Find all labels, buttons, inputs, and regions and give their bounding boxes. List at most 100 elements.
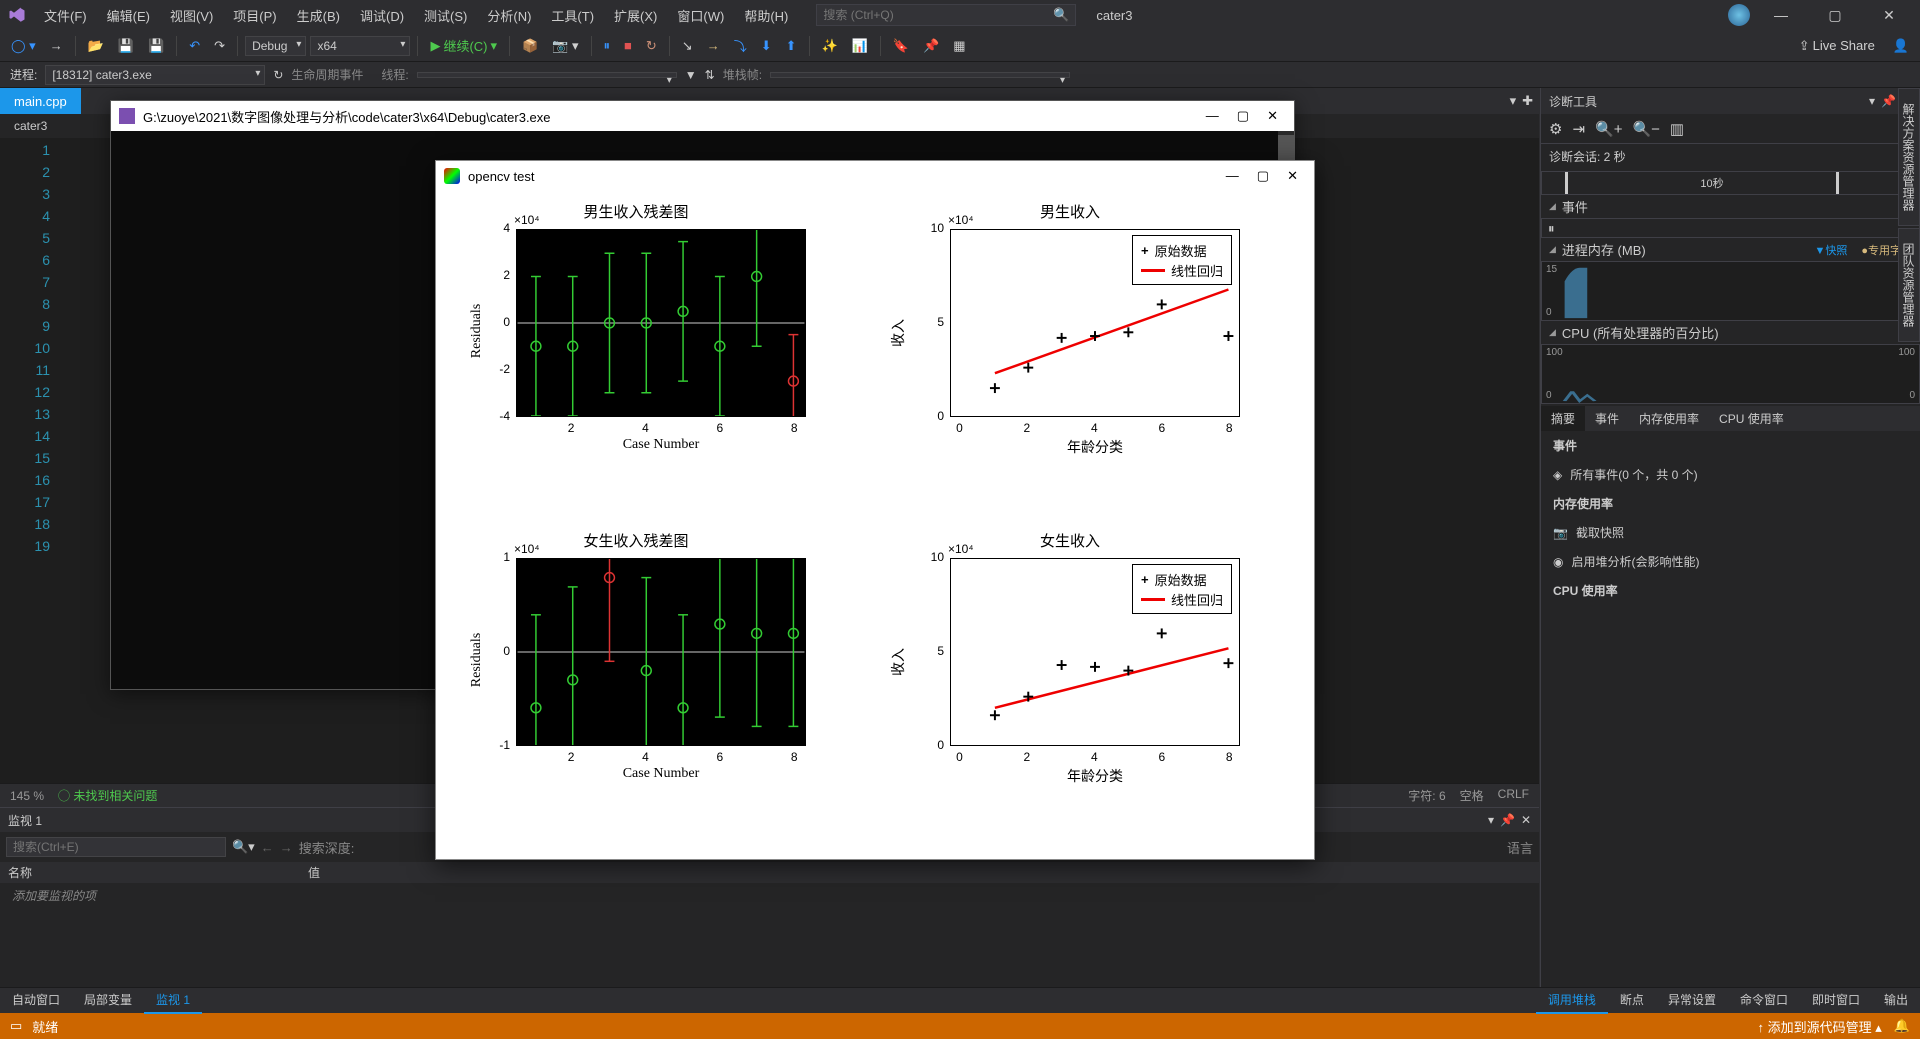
console-titlebar[interactable]: G:\zuoye\2021\数字图像处理与分析\code\cater3\x64\… xyxy=(111,101,1294,131)
zoom-out-icon[interactable]: 🔍− xyxy=(1632,120,1659,138)
diag-tab[interactable]: 摘要 xyxy=(1541,406,1585,431)
panel-dropdown-icon[interactable]: ▾ xyxy=(1488,813,1494,827)
menu-项目(P)[interactable]: 项目(P) xyxy=(225,2,284,29)
liveshare-button[interactable]: ⇪ Live Share xyxy=(1794,35,1880,57)
stackframe-combo[interactable] xyxy=(770,72,1070,78)
console-maximize-icon[interactable]: ▢ xyxy=(1237,108,1249,124)
bottom-tab[interactable]: 监视 1 xyxy=(144,987,202,1014)
export-icon[interactable]: ⇥ xyxy=(1572,120,1585,138)
menu-生成(B)[interactable]: 生成(B) xyxy=(289,2,348,29)
col-value[interactable]: 值 xyxy=(308,864,320,881)
heap-line[interactable]: ◉启用堆分析(会影响性能) xyxy=(1541,547,1920,576)
pause-button[interactable]: ⏸ xyxy=(599,35,616,57)
undo-button[interactable]: ↶ xyxy=(184,35,205,57)
menu-扩展(X)[interactable]: 扩展(X) xyxy=(606,2,665,29)
show-next-icon[interactable]: → xyxy=(702,35,725,56)
tab-main-cpp[interactable]: main.cpp xyxy=(0,88,81,114)
diag-tab[interactable]: 事件 xyxy=(1585,406,1629,431)
console-minimize-icon[interactable]: — xyxy=(1206,108,1219,124)
stack-icon[interactable]: ⇅ xyxy=(705,68,715,82)
save-all-button[interactable]: 💾 xyxy=(143,35,169,57)
tools2-icon[interactable]: 📊 xyxy=(847,35,873,57)
cv-maximize-icon[interactable]: ▢ xyxy=(1257,168,1269,184)
gear-icon[interactable]: ⚙ xyxy=(1549,120,1562,138)
platform-combo[interactable]: x64 xyxy=(310,36,410,56)
grid-icon[interactable]: ▦ xyxy=(948,35,970,57)
bottom-tab[interactable]: 局部变量 xyxy=(72,987,144,1014)
cpu-header[interactable]: CPU (所有处理器的百分比) xyxy=(1541,323,1920,342)
zoom-in-icon[interactable]: 🔍+ xyxy=(1595,120,1622,138)
user-avatar-icon[interactable] xyxy=(1728,4,1750,26)
stop-button[interactable]: ■ xyxy=(619,35,637,56)
nav-next-icon[interactable]: → xyxy=(280,840,293,855)
bottom-tab[interactable]: 断点 xyxy=(1608,987,1656,1014)
maximize-button[interactable]: ▢ xyxy=(1812,1,1858,29)
panel-pin-icon[interactable]: 📌 xyxy=(1500,813,1515,827)
bottom-tab[interactable]: 异常设置 xyxy=(1656,987,1728,1014)
menu-调试(D)[interactable]: 调试(D) xyxy=(352,2,412,29)
zoom-combo[interactable]: 145 % xyxy=(10,789,44,803)
watch-search-input[interactable] xyxy=(6,837,226,857)
tools-icon[interactable]: ✨ xyxy=(817,35,843,57)
minimize-button[interactable]: — xyxy=(1758,1,1804,29)
notifications-icon[interactable]: 🔔 xyxy=(1894,1018,1910,1034)
lifecycle-icon[interactable]: ↻ xyxy=(273,68,283,82)
menu-工具(T)[interactable]: 工具(T) xyxy=(543,2,602,29)
open-button[interactable]: 📂 xyxy=(83,35,109,57)
opencv-window[interactable]: opencv test — ▢ ✕ 男生收入残差图×10⁴2468-4-2024… xyxy=(435,160,1315,860)
menu-编辑(E)[interactable]: 编辑(E) xyxy=(99,2,158,29)
process-combo[interactable]: [18312] cater3.exe xyxy=(45,65,265,85)
thread-combo[interactable] xyxy=(417,72,677,78)
menu-视图(V)[interactable]: 视图(V) xyxy=(162,2,221,29)
step-out-icon[interactable]: ⬆ xyxy=(781,35,802,57)
col-name[interactable]: 名称 xyxy=(8,864,308,881)
nav-fwd-button[interactable]: → xyxy=(45,35,68,56)
console-close-icon[interactable]: ✕ xyxy=(1267,108,1278,124)
add-source-control[interactable]: ↑ 添加到源代码管理 ▴ xyxy=(1758,1017,1882,1036)
tab-add-icon[interactable]: ✚ xyxy=(1522,93,1533,109)
tab-dropdown-icon[interactable]: ▾ xyxy=(1510,93,1517,109)
filter-icon[interactable]: ▼ xyxy=(685,68,697,82)
bookmark-icon[interactable]: 🔖 xyxy=(888,35,914,57)
bottom-tab[interactable]: 即时窗口 xyxy=(1800,987,1872,1014)
events-header[interactable]: 事件 xyxy=(1541,197,1920,216)
panel-close-icon[interactable]: ✕ xyxy=(1521,813,1531,827)
step-over-icon[interactable]: ⤵ xyxy=(729,33,752,58)
quick-search[interactable]: 🔍 xyxy=(816,4,1076,26)
continue-button[interactable]: ▶ 继续(C) ▾ xyxy=(425,33,502,58)
cv-minimize-icon[interactable]: — xyxy=(1226,168,1239,184)
memory-header[interactable]: 进程内存 (MB) ▼快照 ●专用字节 xyxy=(1541,240,1920,259)
bottom-tab[interactable]: 命令窗口 xyxy=(1728,987,1800,1014)
restart-button[interactable]: ↻ xyxy=(641,35,662,57)
menu-分析(N)[interactable]: 分析(N) xyxy=(479,2,539,29)
diag-tab[interactable]: CPU 使用率 xyxy=(1709,406,1794,431)
snapshot-line[interactable]: 📷截取快照 xyxy=(1541,518,1920,547)
screenshot-icon[interactable]: 📷 ▾ xyxy=(547,35,583,57)
diag-tab[interactable]: 内存使用率 xyxy=(1629,406,1709,431)
search-go-icon[interactable]: 🔍▾ xyxy=(232,839,255,855)
vertical-tab[interactable]: 解决方案资源管理器 xyxy=(1898,88,1920,226)
menu-窗口(W)[interactable]: 窗口(W) xyxy=(669,2,732,29)
issues-indicator[interactable]: ◯ 未找到相关问题 xyxy=(58,787,157,804)
search-input[interactable] xyxy=(823,8,1053,22)
nav-back-button[interactable]: ◯ ▾ xyxy=(6,35,41,57)
timeline[interactable]: 10秒 xyxy=(1541,171,1920,195)
menu-文件(F)[interactable]: 文件(F) xyxy=(36,2,95,29)
step-in-icon[interactable]: ⬇ xyxy=(756,35,777,57)
cv-titlebar[interactable]: opencv test — ▢ ✕ xyxy=(436,161,1314,191)
events-line[interactable]: ◈所有事件(0 个，共 0 个) xyxy=(1541,460,1920,489)
line-ending[interactable]: CRLF xyxy=(1498,787,1529,804)
menu-帮助(H)[interactable]: 帮助(H) xyxy=(736,2,796,29)
config-combo[interactable]: Debug xyxy=(245,36,306,56)
feedback-icon[interactable]: 👤 xyxy=(1888,35,1914,57)
columns-icon[interactable]: ▥ xyxy=(1670,120,1684,138)
tool-icon[interactable]: 📦 xyxy=(517,35,543,57)
bottom-tab[interactable]: 输出 xyxy=(1872,987,1920,1014)
nav-prev-icon[interactable]: ← xyxy=(261,840,274,855)
save-button[interactable]: 💾 xyxy=(113,35,139,57)
bottom-tab[interactable]: 调用堆栈 xyxy=(1536,987,1608,1014)
vertical-tab[interactable]: 团队资源管理器 xyxy=(1898,228,1920,342)
menu-测试(S)[interactable]: 测试(S) xyxy=(416,2,475,29)
close-button[interactable]: ✕ xyxy=(1866,1,1912,29)
pin-icon[interactable]: 📌 xyxy=(918,35,944,57)
